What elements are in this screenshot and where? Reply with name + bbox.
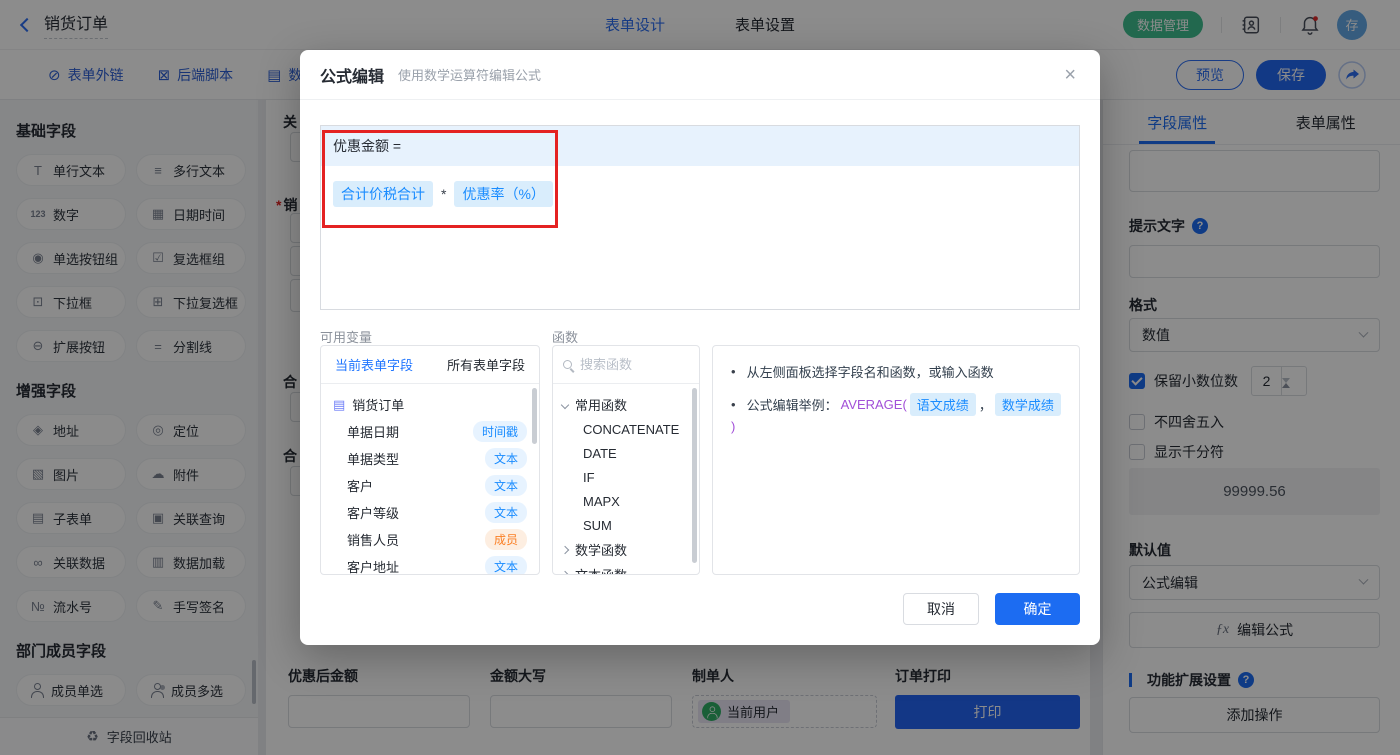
functions-label: 函数 xyxy=(552,327,578,346)
function-item[interactable]: IF xyxy=(553,465,699,489)
function-group-common[interactable]: 常用函数 xyxy=(553,392,699,417)
variables-scrollbar[interactable] xyxy=(532,388,537,444)
functions-panel: 常用函数 CONCATENATE DATE IF MAPX SUM 数学函数 文… xyxy=(552,345,700,575)
form-doc-icon: ▤ xyxy=(333,397,345,413)
tip-line-1: 从左侧面板选择字段名和函数，或输入函数 xyxy=(731,362,1065,381)
variable-row[interactable]: 单据类型文本 xyxy=(321,445,539,472)
dialog-title: 公式编辑 xyxy=(320,63,384,87)
function-item[interactable]: CONCATENATE xyxy=(553,417,699,441)
type-badge: 文本 xyxy=(485,475,527,496)
function-group-math[interactable]: 数学函数 xyxy=(553,537,699,562)
variables-label: 可用变量 xyxy=(320,327,372,346)
function-item[interactable]: DATE xyxy=(553,441,699,465)
dialog-subtitle: 使用数学运算符编辑公式 xyxy=(398,65,541,84)
function-group-text[interactable]: 文本函数 xyxy=(553,562,699,575)
type-badge: 时间戳 xyxy=(473,421,527,442)
variables-tree-root[interactable]: ▤ 销货订单 xyxy=(321,391,539,418)
chevron-right-icon xyxy=(561,545,569,553)
formula-target: 优惠金额 = xyxy=(321,126,1079,166)
tips-panel: 从左侧面板选择字段名和函数，或输入函数 公式编辑举例： AVERAGE( 语文成… xyxy=(712,345,1080,575)
variable-row[interactable]: 客户地址文本 xyxy=(321,553,539,575)
cancel-button[interactable]: 取消 xyxy=(903,593,979,625)
variable-row[interactable]: 客户文本 xyxy=(321,472,539,499)
example-field-chip: 数学成绩 xyxy=(995,393,1061,416)
example-close-paren: ) xyxy=(731,419,735,434)
example-field-chip: 语文成绩 xyxy=(910,393,976,416)
variables-panel: 当前表单字段 所有表单字段 ▤ 销货订单 单据日期时间戳 单据类型文本 客户文本… xyxy=(320,345,540,575)
type-badge: 成员 xyxy=(485,529,527,550)
function-item[interactable]: MAPX xyxy=(553,489,699,513)
chevron-down-icon xyxy=(561,400,569,408)
search-icon xyxy=(563,360,572,369)
functions-scrollbar[interactable] xyxy=(692,388,697,563)
formula-editor[interactable]: 优惠金额 = 合计价税合计 * 优惠率（%） xyxy=(320,125,1080,310)
variable-row[interactable]: 销售人员成员 xyxy=(321,526,539,553)
tip-line-2: 公式编辑举例： AVERAGE( 语文成绩 ， 数学成绩 ) xyxy=(731,393,1065,434)
variable-row[interactable]: 客户等级文本 xyxy=(321,499,539,526)
app-root: 销货订单 表单设计 表单设置 数据管理 存 ⊘表单外链 ⊠后端脚本 ▤数据权 预… xyxy=(0,0,1400,755)
chevron-right-icon xyxy=(561,570,569,575)
variable-row[interactable]: 单据日期时间戳 xyxy=(321,418,539,445)
function-item[interactable]: SUM xyxy=(553,513,699,537)
example-function-name: AVERAGE( xyxy=(841,397,907,412)
function-search-input[interactable] xyxy=(580,357,689,372)
confirm-button[interactable]: 确定 xyxy=(995,593,1080,625)
formula-field-chip[interactable]: 合计价税合计 xyxy=(333,181,433,207)
formula-edit-dialog: 公式编辑 使用数学运算符编辑公式 × 优惠金额 = 合计价税合计 * 优惠率（%… xyxy=(300,50,1100,645)
type-badge: 文本 xyxy=(485,502,527,523)
tab-current-form-fields[interactable]: 当前表单字段 xyxy=(335,355,413,374)
formula-field-chip[interactable]: 优惠率（%） xyxy=(454,181,552,207)
function-search[interactable] xyxy=(553,346,699,384)
type-badge: 文本 xyxy=(485,448,527,469)
close-icon[interactable]: × xyxy=(1064,65,1076,85)
formula-operator: * xyxy=(441,186,446,202)
type-badge: 文本 xyxy=(485,556,527,575)
tab-all-form-fields[interactable]: 所有表单字段 xyxy=(447,355,525,374)
